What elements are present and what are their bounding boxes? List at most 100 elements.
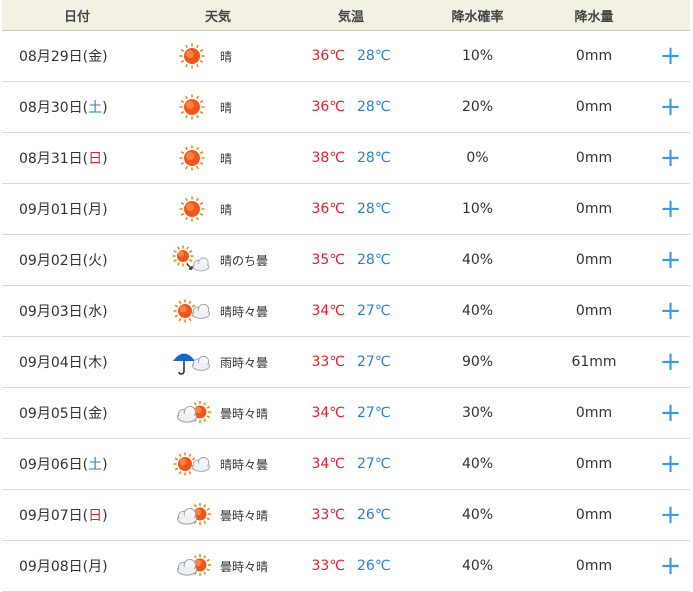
expand-plus-icon[interactable]: + bbox=[660, 398, 682, 428]
precip-amount-cell: 0mm bbox=[537, 489, 651, 541]
date-cell: 08月29日(金) bbox=[2, 30, 152, 82]
temp-low: 27℃ bbox=[357, 405, 391, 421]
temp-high: 38℃ bbox=[311, 150, 345, 166]
expand-cell: + bbox=[651, 183, 690, 235]
table-row-11: 09月08日(月) 曇時々晴 33℃ 26℃ 40% 0mm + bbox=[2, 540, 690, 592]
temp-low: 28℃ bbox=[357, 48, 391, 64]
date-text: 09月06日 bbox=[19, 457, 83, 473]
temp-high: 34℃ bbox=[311, 456, 345, 472]
temp-high: 34℃ bbox=[311, 405, 345, 421]
date-cell: 09月06日(土) bbox=[2, 438, 152, 490]
date-text: 09月08日 bbox=[19, 559, 83, 575]
expand-plus-icon[interactable]: + bbox=[660, 92, 682, 122]
expand-plus-icon[interactable]: + bbox=[660, 449, 682, 479]
expand-plus-icon[interactable]: + bbox=[660, 143, 682, 173]
table-row-5: 09月02日(火) 晴のち曇 35℃ 28℃ 40% 0mm + bbox=[2, 234, 690, 286]
date-text: 09月05日 bbox=[19, 406, 83, 422]
temp-low: 28℃ bbox=[357, 99, 391, 115]
temp-cell: 36℃ 28℃ bbox=[284, 81, 418, 133]
expand-cell: + bbox=[651, 489, 690, 541]
date-text: 08月29日 bbox=[19, 49, 83, 65]
temp-low: 27℃ bbox=[357, 303, 391, 319]
weather-label: 晴 bbox=[220, 49, 233, 64]
date-cell: 09月05日(金) bbox=[2, 387, 152, 439]
expand-plus-icon[interactable]: + bbox=[660, 41, 682, 71]
temp-cell: 34℃ 27℃ bbox=[284, 438, 418, 490]
temp-low: 28℃ bbox=[357, 252, 391, 268]
day-of-week: 木 bbox=[88, 355, 103, 371]
expand-cell: + bbox=[651, 387, 690, 439]
precip-prob-cell: 10% bbox=[418, 30, 537, 82]
day-of-week: 金 bbox=[88, 49, 103, 65]
date-text: 09月01日 bbox=[19, 202, 83, 218]
day-of-week: 土 bbox=[88, 457, 103, 473]
expand-plus-icon[interactable]: + bbox=[660, 551, 682, 581]
precip-prob-cell: 90% bbox=[418, 336, 537, 388]
expand-cell: + bbox=[651, 438, 690, 490]
temp-cell: 34℃ 27℃ bbox=[284, 285, 418, 337]
precip-prob-cell: 40% bbox=[418, 438, 537, 490]
table-row-9: 09月06日(土) 晴時々曇 34℃ 27℃ 40% 0mm + bbox=[2, 438, 690, 490]
expand-plus-icon[interactable]: + bbox=[660, 245, 682, 275]
weather-label: 晴 bbox=[220, 151, 233, 166]
precip-prob-cell: 0% bbox=[418, 132, 537, 184]
weather-label: 晴時々曇 bbox=[220, 304, 269, 319]
expand-plus-icon[interactable]: + bbox=[660, 296, 682, 326]
temp-cell: 35℃ 28℃ bbox=[284, 234, 418, 286]
expand-cell: + bbox=[651, 540, 690, 592]
header-temp: 気温 bbox=[284, 0, 418, 31]
precip-amount-cell: 0mm bbox=[537, 81, 651, 133]
precip-amount-cell: 0mm bbox=[537, 438, 651, 490]
precip-amount-cell: 0mm bbox=[537, 540, 651, 592]
expand-cell: + bbox=[651, 285, 690, 337]
date-cell: 09月07日(日) bbox=[2, 489, 152, 541]
weather-cell: 晴 bbox=[152, 81, 284, 133]
table-row-2: 08月30日(土) 晴 36℃ 28℃ 20% 0mm + bbox=[2, 81, 690, 133]
table-row-4: 09月01日(月) 晴 36℃ 28℃ 10% 0mm + bbox=[2, 183, 690, 235]
temp-high: 36℃ bbox=[311, 201, 345, 217]
day-of-week: 月 bbox=[88, 202, 103, 218]
temp-high: 36℃ bbox=[311, 99, 345, 115]
sunny-then-cloudy-icon bbox=[172, 245, 210, 272]
day-of-week: 土 bbox=[88, 100, 103, 116]
temp-low: 28℃ bbox=[357, 201, 391, 217]
precip-prob-cell: 40% bbox=[418, 540, 537, 592]
precip-prob-cell: 20% bbox=[418, 81, 537, 133]
temp-cell: 34℃ 27℃ bbox=[284, 387, 418, 439]
precip-prob-cell: 10% bbox=[418, 183, 537, 235]
weather-cell: 曇時々晴 bbox=[152, 387, 284, 439]
expand-cell: + bbox=[651, 30, 690, 82]
precip-prob-cell: 40% bbox=[418, 489, 537, 541]
sunny-icon bbox=[179, 145, 205, 171]
weather-label: 曇時々晴 bbox=[220, 508, 269, 523]
day-of-week: 火 bbox=[88, 253, 103, 269]
temp-high: 36℃ bbox=[311, 48, 345, 64]
precip-amount-cell: 0mm bbox=[537, 234, 651, 286]
temp-cell: 36℃ 28℃ bbox=[284, 30, 418, 82]
expand-plus-icon[interactable]: + bbox=[660, 194, 682, 224]
temp-high: 33℃ bbox=[311, 507, 345, 523]
table-row-7: 09月04日(木) 雨時々曇 33℃ 27℃ 90% 61mm + bbox=[2, 336, 690, 388]
weather-cell: 晴 bbox=[152, 30, 284, 82]
date-text: 09月04日 bbox=[19, 355, 83, 371]
forecast-table: 日付 天気 気温 降水確率 降水量 08月29日(金) 晴 36℃ 28℃ 10%… bbox=[2, 0, 690, 592]
date-text: 09月02日 bbox=[19, 253, 83, 269]
table-row-8: 09月05日(金) 曇時々晴 34℃ 27℃ 30% 0mm + bbox=[2, 387, 690, 439]
weather-label: 曇時々晴 bbox=[220, 406, 269, 421]
temp-low: 26℃ bbox=[357, 558, 391, 574]
header-expand bbox=[651, 0, 690, 31]
date-cell: 09月03日(水) bbox=[2, 285, 152, 337]
temp-low: 26℃ bbox=[357, 507, 391, 523]
precip-prob-cell: 30% bbox=[418, 387, 537, 439]
day-of-week: 金 bbox=[88, 406, 103, 422]
cloudy-sometimes-sunny-icon bbox=[177, 401, 211, 423]
precip-prob-cell: 40% bbox=[418, 234, 537, 286]
expand-plus-icon[interactable]: + bbox=[660, 500, 682, 530]
precip-amount-cell: 0mm bbox=[537, 30, 651, 82]
date-cell: 09月01日(月) bbox=[2, 183, 152, 235]
forecast-panel: 日付 天気 気温 降水確率 降水量 08月29日(金) 晴 36℃ 28℃ 10%… bbox=[0, 0, 693, 592]
weather-cell: 晴時々曇 bbox=[152, 438, 284, 490]
header-weather: 天気 bbox=[152, 0, 284, 31]
expand-plus-icon[interactable]: + bbox=[660, 347, 682, 377]
temp-low: 28℃ bbox=[357, 150, 391, 166]
